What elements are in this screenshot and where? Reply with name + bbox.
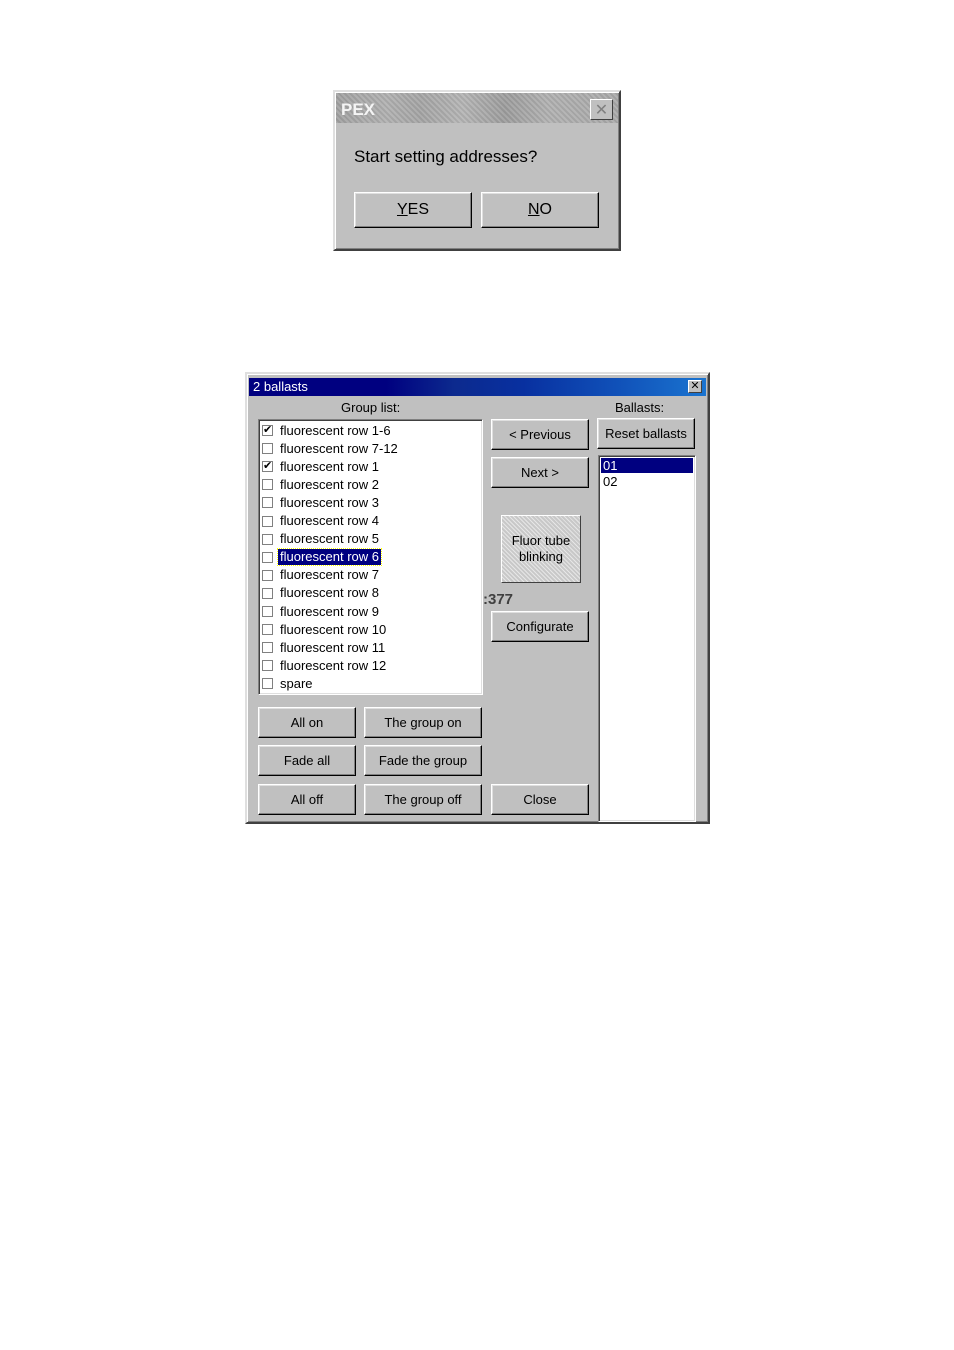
checkbox[interactable] [262, 606, 273, 617]
status-line-2: blinking [518, 549, 564, 564]
ballast-title-bar[interactable]: 2 ballasts ✕ [249, 378, 706, 396]
checkbox[interactable] [262, 587, 273, 599]
group-list-item[interactable]: fluorescent row 7 [262, 567, 381, 584]
reset-ballasts-button[interactable]: Reset ballasts [597, 418, 695, 449]
all-on-button[interactable]: All on [258, 707, 356, 738]
group-list-label: Group list: [341, 400, 401, 415]
yes-label: ES [407, 201, 429, 218]
group-on-button[interactable]: The group on [364, 707, 482, 738]
close-button[interactable]: Close [491, 784, 589, 815]
pex-title-bar[interactable]: PEX ✕ [336, 93, 618, 123]
configurate-button[interactable]: Configurate [491, 611, 589, 642]
group-list-item-label: fluorescent row 7-12 [280, 440, 398, 456]
group-list-item[interactable]: fluorescent row 12 [262, 657, 388, 674]
checkbox[interactable] [262, 624, 273, 636]
group-list-item[interactable]: fluorescent row 6 [262, 548, 382, 567]
group-list-item-label: fluorescent row 7 [280, 567, 379, 583]
fade-group-button[interactable]: Fade the group [364, 745, 482, 776]
checkbox[interactable] [262, 678, 273, 690]
group-list-item[interactable]: fluorescent row 9 [262, 603, 381, 620]
checkbox[interactable] [262, 569, 273, 581]
group-list-item-label: fluorescent row 2 [280, 476, 379, 492]
checkbox[interactable] [262, 497, 273, 509]
group-list-item-label: fluorescent row 12 [280, 657, 387, 673]
group-list-item[interactable]: fluorescent row 11 [262, 639, 387, 656]
group-list-item[interactable]: spare [262, 675, 315, 692]
checkbox[interactable] [262, 642, 273, 654]
ballast-list[interactable]: 01 02 [598, 455, 696, 822]
group-list-item[interactable]: fluorescent row 2 [262, 476, 381, 493]
group-list-item[interactable]: fluorescent row 3 [262, 494, 381, 511]
status-indicator: Fluor tube blinking [501, 515, 581, 583]
group-list-item-label: fluorescent row 4 [280, 513, 379, 528]
group-list-item-label: fluorescent row 6 [277, 548, 382, 567]
status-line-1: Fluor tube [511, 533, 571, 548]
group-list-item-label: fluorescent row 1 [280, 458, 379, 474]
group-list[interactable]: ✔ fluorescent row 1-6 fluorescent row 7-12… [258, 419, 483, 695]
group-list-item-label: fluorescent row 11 [280, 639, 386, 655]
group-off-button[interactable]: The group off [364, 784, 482, 815]
checkbox[interactable]: ✔ [262, 461, 273, 473]
counter-value: :377 [483, 591, 514, 608]
no-accelerator: N [527, 201, 540, 218]
group-list-item[interactable]: fluorescent row 4 [262, 513, 381, 530]
no-button[interactable]: NO [481, 192, 599, 228]
checkbox[interactable] [262, 551, 273, 563]
close-icon[interactable]: ✕ [688, 380, 702, 393]
previous-button[interactable]: < Previous [491, 419, 589, 450]
checkbox[interactable]: ✔ [262, 425, 273, 436]
ballast-list-item[interactable]: 02 [601, 474, 693, 489]
group-list-item-label: fluorescent row 8 [280, 585, 379, 601]
ballasts-label: Ballasts: [615, 400, 665, 415]
checkbox[interactable] [262, 515, 273, 527]
checkbox[interactable] [262, 443, 273, 455]
group-list-item[interactable]: fluorescent row 8 [262, 585, 381, 602]
pex-dialog: PEX ✕ Start setting addresses? Y ES NO [333, 90, 621, 251]
group-list-item-label: fluorescent row 10 [280, 621, 387, 637]
next-button[interactable]: Next > [491, 457, 589, 488]
group-list-item[interactable]: fluorescent row 5 [262, 531, 381, 548]
yes-accelerator: Y [396, 201, 408, 218]
group-list-item-label: spare [280, 675, 313, 691]
checkbox[interactable] [262, 479, 273, 491]
group-list-item-label: fluorescent row 9 [280, 603, 379, 619]
no-label: O [539, 201, 552, 218]
all-off-button[interactable]: All off [258, 784, 356, 815]
pex-dialog-title: PEX [341, 100, 376, 119]
checkbox[interactable] [262, 533, 273, 545]
group-list-item[interactable]: fluorescent row 10 [262, 621, 388, 638]
group-list-item[interactable]: ✔ fluorescent row 1-6 [262, 422, 393, 439]
group-list-item-label: fluorescent row 5 [280, 531, 379, 547]
yes-button[interactable]: Y ES [354, 192, 472, 228]
checkbox[interactable] [262, 660, 273, 672]
ballast-list-item[interactable]: 01 [601, 458, 693, 473]
group-list-item-label: fluorescent row 3 [280, 494, 379, 510]
ballast-dialog-title: 2 ballasts [253, 379, 308, 394]
close-icon[interactable]: ✕ [590, 99, 613, 120]
group-list-item-label: fluorescent row 1-6 [280, 422, 391, 438]
confirm-message: Start setting addresses? [354, 147, 538, 166]
fade-all-button[interactable]: Fade all [258, 745, 356, 776]
ballast-dialog: 2 ballasts ✕ Group list: Ballasts: ✔ fluo… [245, 372, 710, 824]
group-list-item[interactable]: fluorescent row 7-12 [262, 440, 400, 457]
group-list-item[interactable]: ✔ fluorescent row 1 [262, 458, 381, 475]
